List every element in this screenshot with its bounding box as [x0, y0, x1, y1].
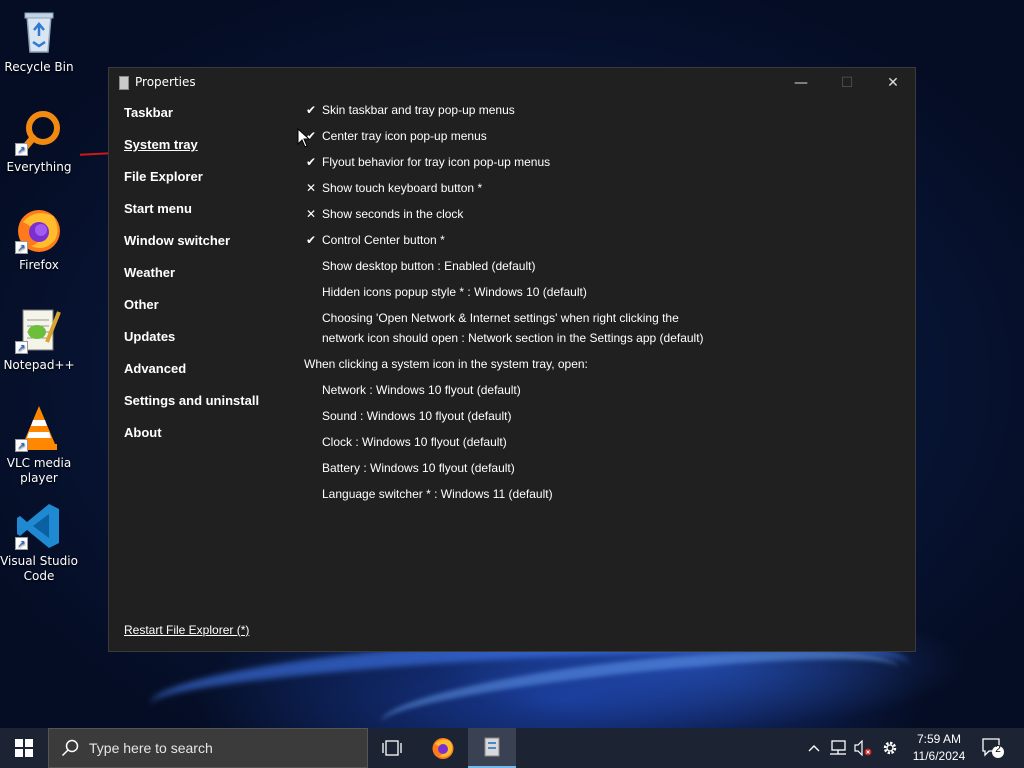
option-language-switcher[interactable]: Language switcher * : Windows 11 (defaul… — [322, 484, 553, 504]
show-hidden-icons-button[interactable] — [804, 728, 824, 768]
shortcut-arrow-icon: ↗ — [15, 241, 28, 254]
task-view-button[interactable] — [368, 728, 416, 768]
vlc-icon: ↗ — [15, 404, 63, 452]
window-title: Properties — [135, 75, 196, 89]
task-view-icon — [382, 740, 402, 756]
option-flyout-behavior[interactable]: Flyout behavior for tray icon pop-up men… — [322, 152, 550, 172]
nav-item-advanced[interactable]: Advanced — [124, 361, 186, 376]
option-network-flyout[interactable]: Network : Windows 10 flyout (default) — [322, 380, 521, 400]
checkmark-icon: ✔ — [305, 155, 317, 169]
option-show-seconds-clock[interactable]: Show seconds in the clock — [322, 204, 463, 224]
option-network-settings-line2[interactable]: network icon should open : Network secti… — [322, 328, 704, 348]
search-placeholder: Type here to search — [89, 740, 213, 756]
restart-file-explorer-link[interactable]: Restart File Explorer (*) — [124, 623, 249, 637]
taskbar-clock[interactable]: 7:59 AM 11/6/2024 — [904, 731, 974, 765]
desktop-icon-notepad-plus-plus[interactable]: ↗ Notepad++ — [0, 306, 78, 373]
clock-time: 7:59 AM — [916, 732, 962, 746]
desktop-icon-label: Firefox — [19, 258, 59, 272]
option-network-settings-line1[interactable]: Choosing 'Open Network & Internet settin… — [322, 308, 679, 328]
shortcut-arrow-icon: ↗ — [15, 537, 28, 550]
nav-item-other[interactable]: Other — [124, 297, 159, 312]
option-sound-flyout[interactable]: Sound : Windows 10 flyout (default) — [322, 406, 511, 426]
notification-center-button[interactable]: 2 — [982, 738, 1004, 758]
minimize-button[interactable]: — — [778, 68, 824, 98]
taskbar-search-box[interactable]: Type here to search — [48, 728, 368, 768]
settings-gear-icon — [883, 741, 897, 755]
option-clock-flyout[interactable]: Clock : Windows 10 flyout (default) — [322, 432, 507, 452]
firefox-icon — [432, 738, 454, 759]
nav-item-about[interactable]: About — [124, 425, 162, 440]
tray-volume[interactable] — [851, 728, 875, 768]
desktop-icon-label: Everything — [6, 160, 72, 174]
tray-settings[interactable] — [878, 728, 902, 768]
option-skin-taskbar-menus[interactable]: Skin taskbar and tray pop-up menus — [322, 100, 515, 120]
window-titlebar[interactable]: Properties — ☐ ✕ — [109, 68, 915, 98]
notification-count-badge: 2 — [995, 744, 1001, 755]
desktop-icon-label: VLC media player — [6, 456, 72, 485]
recycle-bin-icon — [15, 8, 63, 56]
desktop-icon-vlc[interactable]: ↗ VLC media player — [0, 404, 78, 486]
firefox-icon: ↗ — [15, 206, 63, 254]
close-button[interactable]: ✕ — [870, 68, 916, 98]
desktop-icon-vscode[interactable]: ↗ Visual Studio Code — [0, 502, 78, 584]
properties-app-icon — [484, 737, 500, 757]
tray-network[interactable] — [826, 728, 850, 768]
shortcut-arrow-icon: ↗ — [15, 143, 28, 156]
option-center-tray-menus[interactable]: Center tray icon pop-up menus — [322, 126, 487, 146]
start-button[interactable] — [0, 728, 48, 768]
maximize-button[interactable]: ☐ — [824, 68, 870, 98]
desktop-icon-label: Recycle Bin — [4, 60, 74, 74]
properties-window: Properties — ☐ ✕ Taskbar System tray Fil… — [108, 67, 916, 652]
desktop-icon-firefox[interactable]: ↗ Firefox — [0, 206, 78, 273]
nav-item-file-explorer[interactable]: File Explorer — [124, 169, 203, 184]
chevron-up-icon — [808, 745, 820, 752]
checkmark-icon: ✔ — [305, 103, 317, 117]
nav-item-settings-uninstall[interactable]: Settings and uninstall — [124, 393, 259, 408]
option-control-center-button[interactable]: Control Center button * — [322, 230, 445, 250]
desktop-icon-everything[interactable]: ↗ Everything — [0, 108, 78, 175]
nav-item-updates[interactable]: Updates — [124, 329, 175, 344]
section-heading-system-icon: When clicking a system icon in the syste… — [304, 357, 588, 371]
nav-item-start-menu[interactable]: Start menu — [124, 201, 192, 216]
properties-app-icon — [119, 76, 129, 90]
taskbar: Type here to search 7:59 AM 11/6/2024 2 — [0, 728, 1024, 768]
checkmark-icon: ✔ — [305, 233, 317, 247]
taskbar-properties-app[interactable] — [468, 728, 516, 768]
everything-search-icon: ↗ — [15, 108, 63, 156]
desktop-icon-label: Notepad++ — [3, 358, 75, 372]
network-icon — [830, 740, 846, 755]
nav-item-window-switcher[interactable]: Window switcher — [124, 233, 230, 248]
option-battery-flyout[interactable]: Battery : Windows 10 flyout (default) — [322, 458, 515, 478]
shortcut-arrow-icon: ↗ — [15, 341, 28, 354]
option-show-desktop-button[interactable]: Show desktop button : Enabled (default) — [322, 256, 535, 276]
notepad-plus-plus-icon: ↗ — [15, 306, 63, 354]
shortcut-arrow-icon: ↗ — [15, 439, 28, 452]
cross-icon: ✕ — [305, 207, 317, 221]
nav-item-system-tray[interactable]: System tray — [124, 137, 198, 152]
cross-icon: ✕ — [305, 181, 317, 195]
option-hidden-icons-popup-style[interactable]: Hidden icons popup style * : Windows 10 … — [322, 282, 587, 302]
desktop-icon-recycle-bin[interactable]: Recycle Bin — [0, 8, 78, 75]
option-touch-keyboard-button[interactable]: Show touch keyboard button * — [322, 178, 482, 198]
vscode-icon: ↗ — [15, 502, 63, 550]
windows-logo-icon — [15, 739, 33, 757]
taskbar-firefox[interactable] — [419, 728, 467, 768]
desktop-icon-label: Visual Studio Code — [0, 554, 78, 583]
nav-item-weather[interactable]: Weather — [124, 265, 175, 280]
mouse-cursor-icon — [297, 128, 311, 148]
clock-date: 11/6/2024 — [912, 749, 966, 763]
volume-muted-icon — [854, 740, 872, 756]
search-icon — [61, 739, 79, 757]
nav-item-taskbar[interactable]: Taskbar — [124, 105, 173, 120]
